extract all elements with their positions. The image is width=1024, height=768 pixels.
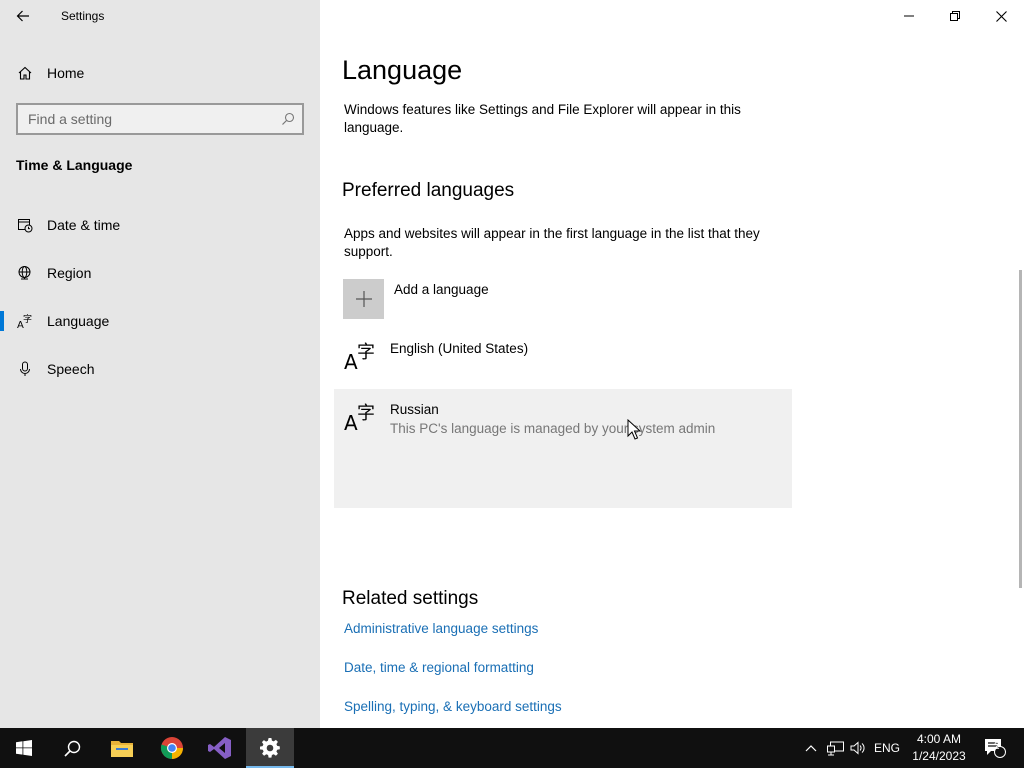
search-box[interactable]: Find a setting <box>16 103 304 135</box>
regional-formatting-link[interactable]: Date, time & regional formatting <box>344 660 534 675</box>
keyboard-settings-link[interactable]: Spelling, typing, & keyboard settings <box>344 699 562 714</box>
language-icon: A字 <box>0 313 47 329</box>
settings-gear-icon <box>260 738 280 758</box>
network-icon <box>826 741 844 755</box>
language-managed-note: This PC's language is managed by your sy… <box>390 421 716 436</box>
visual-studio-icon <box>208 737 231 759</box>
taskbar-visual-studio[interactable] <box>196 728 244 768</box>
volume-button[interactable] <box>848 728 868 768</box>
sidebar-item-label: Language <box>47 313 110 329</box>
scrollbar[interactable] <box>1019 270 1022 588</box>
file-explorer-icon <box>111 741 133 757</box>
taskbar: ENG 4:00 AM 1/24/2023 2 <box>0 728 1024 768</box>
sidebar-item-label: Home <box>47 65 85 81</box>
sidebar-item-region[interactable]: Region <box>0 253 320 293</box>
taskbar-file-explorer[interactable] <box>98 728 146 768</box>
taskbar-chrome[interactable] <box>148 728 196 768</box>
plus-icon <box>343 279 384 319</box>
add-language-label: Add a language <box>394 282 489 297</box>
svg-text:A: A <box>344 350 358 372</box>
taskbar-search-button[interactable] <box>48 728 96 768</box>
language-icon: A 字 <box>344 403 375 433</box>
microphone-icon <box>0 361 47 377</box>
sidebar-item-date-time[interactable]: Date & time <box>0 205 320 245</box>
svg-text:字: 字 <box>23 313 32 325</box>
sidebar-item-label: Date & time <box>47 217 121 233</box>
language-item-english[interactable]: A 字 English (United States) <box>334 328 792 386</box>
home-icon <box>0 65 47 81</box>
search-icon <box>63 740 80 757</box>
calendar-clock-icon <box>0 217 47 233</box>
language-name: English (United States) <box>390 341 529 356</box>
clock-time: 4:00 AM <box>916 732 962 746</box>
app-title: Settings <box>61 9 105 23</box>
taskbar-settings[interactable] <box>246 728 294 768</box>
chevron-up-icon <box>805 745 817 752</box>
svg-text:字: 字 <box>357 403 375 424</box>
chrome-icon <box>160 737 183 759</box>
related-settings-heading: Related settings <box>342 588 479 609</box>
search-icon[interactable] <box>274 112 302 126</box>
language-name: Russian <box>390 402 439 417</box>
start-button[interactable] <box>0 728 48 768</box>
sidebar-item-label: Speech <box>47 361 95 377</box>
admin-language-settings-link[interactable]: Administrative language settings <box>344 621 538 636</box>
svg-text:A: A <box>344 411 358 433</box>
network-button[interactable] <box>824 728 846 768</box>
sidebar-item-label: Region <box>47 265 92 281</box>
volume-icon <box>850 741 864 755</box>
action-center-button[interactable]: 2 <box>980 728 1010 768</box>
search-input[interactable]: Find a setting <box>18 111 274 127</box>
sidebar-item-speech[interactable]: Speech <box>0 349 320 389</box>
svg-text:字: 字 <box>357 342 375 363</box>
back-arrow-icon <box>16 10 29 22</box>
sidebar-item-home[interactable]: Home <box>0 53 320 93</box>
clock-date: 1/24/2023 <box>912 749 966 763</box>
preferred-languages-description: Apps and websites will appear in the fir… <box>344 226 760 259</box>
back-button[interactable] <box>0 0 46 32</box>
show-hidden-icons-button[interactable] <box>802 728 820 768</box>
notification-count-badge: 2 <box>994 741 1000 752</box>
language-item-russian[interactable]: A 字 Russian This PC's language is manage… <box>334 389 792 508</box>
globe-icon <box>0 265 47 281</box>
preferred-languages-heading: Preferred languages <box>342 180 515 201</box>
sidebar: Settings Home Find a setting Time & Lang… <box>0 0 320 728</box>
language-icon: A 字 <box>344 342 375 372</box>
windows-display-language-description: Windows features like Settings and File … <box>344 102 741 135</box>
mouse-cursor-icon <box>627 419 641 440</box>
main-content: Language Windows features like Settings … <box>320 0 1024 728</box>
input-language-indicator[interactable]: ENG <box>872 728 902 768</box>
start-icon <box>16 740 32 756</box>
clock[interactable]: 4:00 AM 1/24/2023 <box>904 731 974 765</box>
sidebar-item-language[interactable]: A字 Language <box>0 301 320 341</box>
page-title: Language <box>342 55 463 85</box>
title-bar: Settings <box>0 0 320 32</box>
add-language-button[interactable]: Add a language <box>343 279 489 319</box>
section-title: Time & Language <box>16 157 133 173</box>
